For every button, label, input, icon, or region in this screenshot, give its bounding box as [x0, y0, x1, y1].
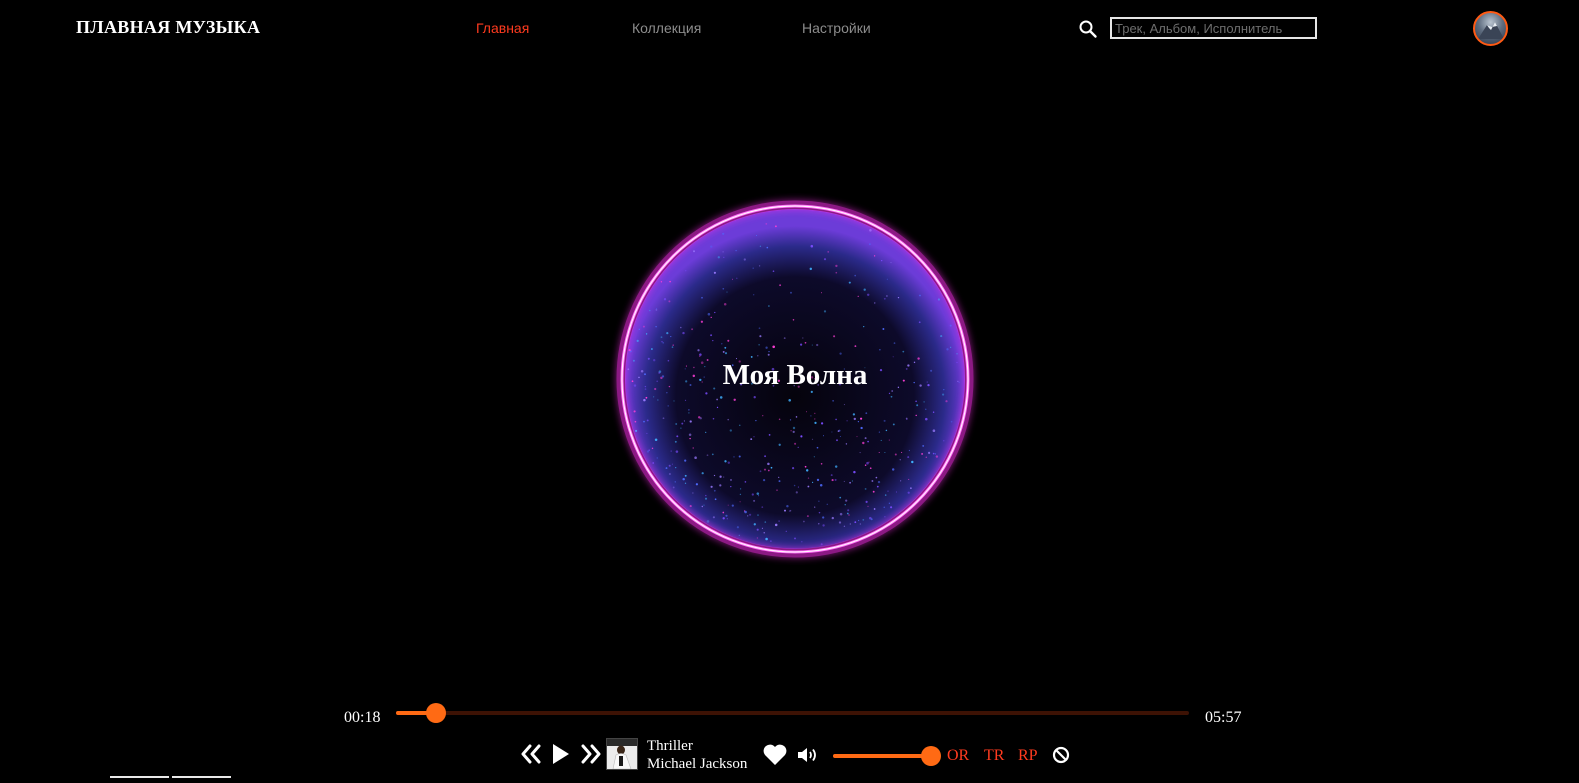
prev-icon[interactable]: [520, 744, 542, 769]
mode-rp-button[interactable]: RP: [1018, 747, 1038, 765]
nav-item-collection[interactable]: Коллекция: [632, 20, 701, 36]
search-input[interactable]: [1110, 17, 1317, 39]
player-controls: [0, 736, 1579, 776]
mode-or-button[interactable]: OR: [947, 747, 969, 765]
progress-thumb[interactable]: [425, 703, 446, 723]
track-artist[interactable]: Michael Jackson: [647, 756, 747, 773]
wave-title: Моя Волна: [722, 359, 868, 391]
bottom-strip: [110, 776, 169, 778]
volume-icon[interactable]: [797, 746, 819, 769]
avatar[interactable]: [1473, 11, 1508, 46]
volume-fill: [833, 754, 931, 758]
current-time: 00:18: [344, 709, 381, 726]
bottom-strip: [172, 776, 231, 778]
search-icon[interactable]: [1078, 19, 1098, 39]
heart-icon[interactable]: [762, 743, 788, 772]
album-cover[interactable]: [606, 738, 638, 770]
total-time: 05:57: [1205, 709, 1242, 726]
track-title[interactable]: Thriller: [647, 738, 693, 755]
volume-slider[interactable]: [833, 746, 941, 766]
play-icon[interactable]: [552, 743, 570, 770]
header: ПЛАВНАЯ МУЗЫКА Главная Коллекция Настрой…: [0, 0, 1579, 56]
progress-bar[interactable]: [396, 703, 1189, 723]
volume-thumb[interactable]: [921, 746, 941, 766]
mode-tr-button[interactable]: TR: [984, 747, 1004, 765]
nav-item-settings[interactable]: Настройки: [802, 20, 871, 36]
app-logo[interactable]: ПЛАВНАЯ МУЗЫКА: [76, 17, 260, 38]
next-icon[interactable]: [580, 744, 602, 769]
nav-item-home[interactable]: Главная: [476, 20, 529, 36]
block-icon[interactable]: [1052, 746, 1070, 769]
